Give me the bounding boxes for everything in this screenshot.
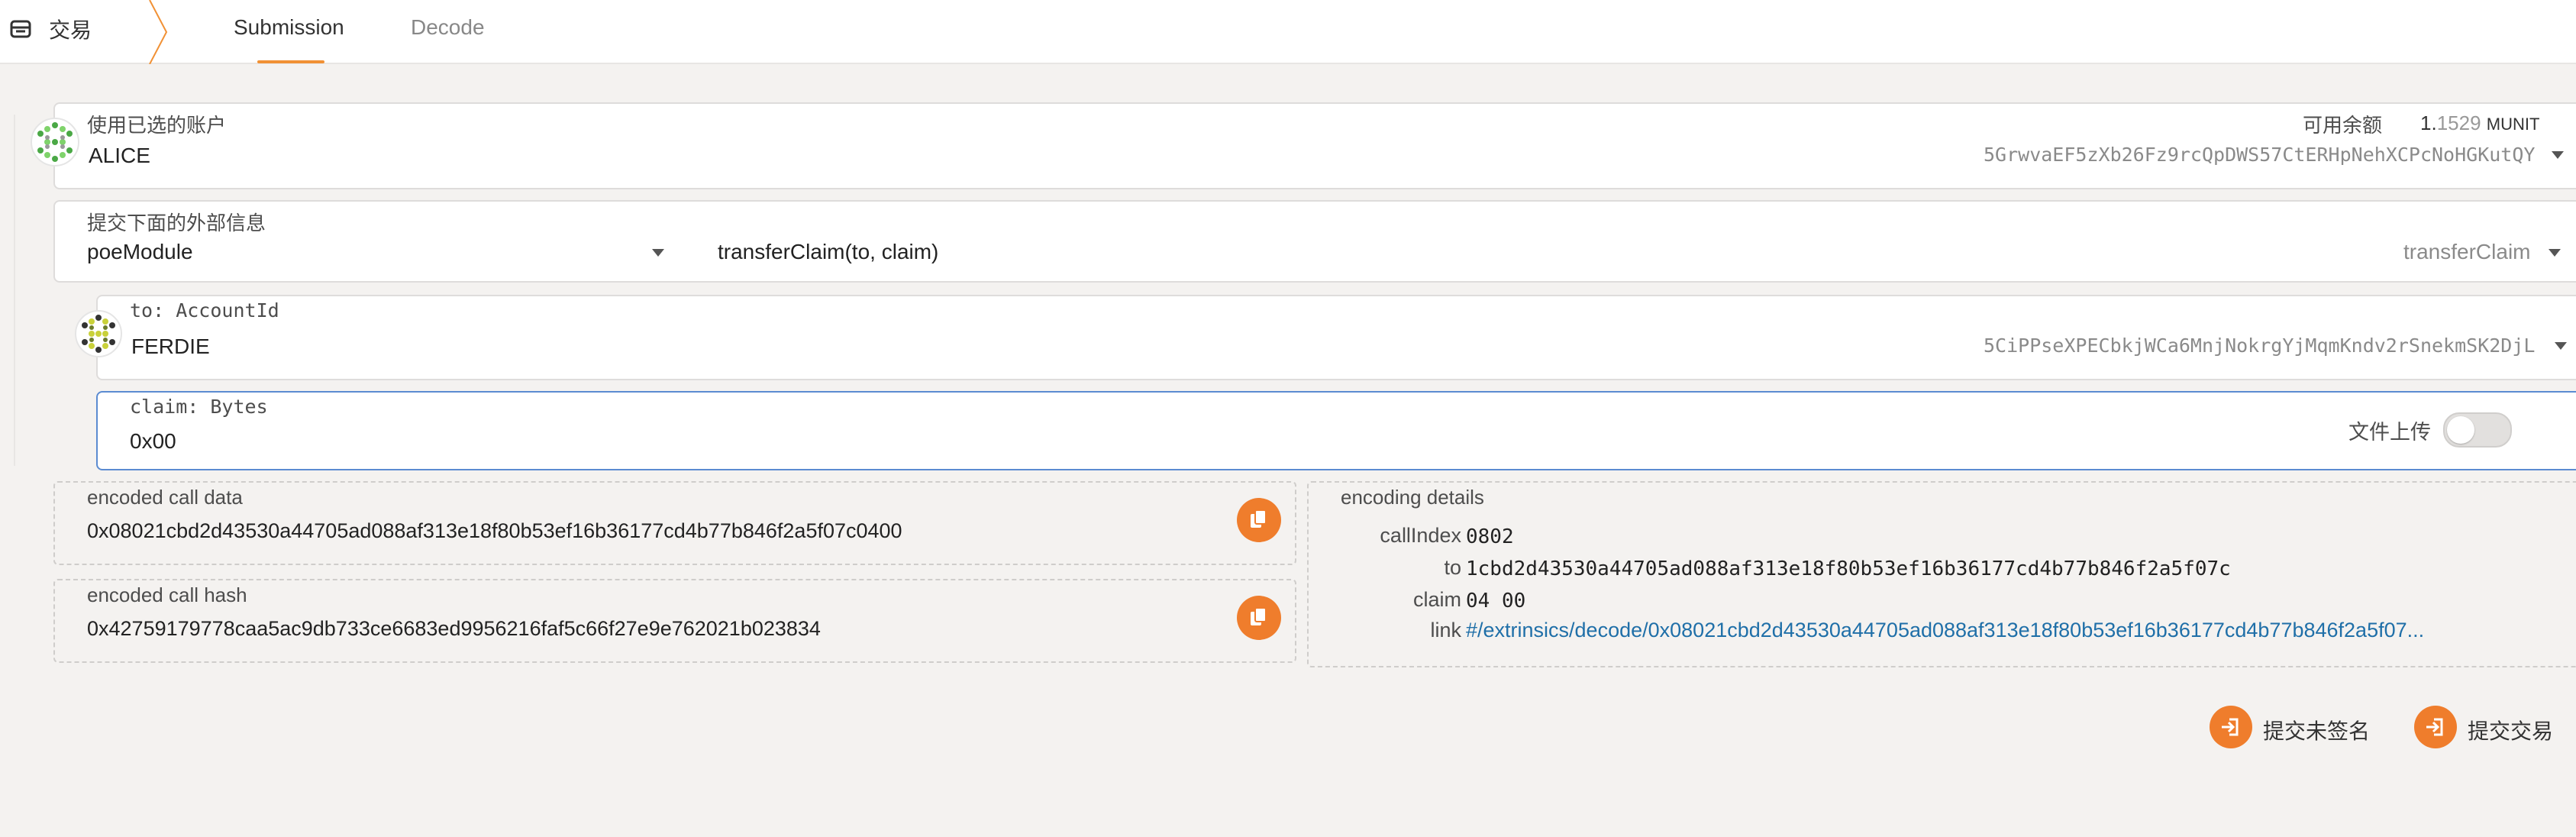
param-claim-input[interactable]: claim: Bytes 0x00 文件上传 xyxy=(96,391,2576,470)
file-upload-toggle[interactable] xyxy=(2443,412,2512,448)
detail-key-to: to xyxy=(1444,556,1461,579)
param-to-label: to: AccountId xyxy=(130,299,279,322)
account-label: 使用已选的账户 xyxy=(87,114,227,137)
copy-icon xyxy=(1251,607,1267,625)
detail-value-to: 1cbd2d43530a44705ad088af313e18f80b53ef16… xyxy=(1466,557,2231,580)
param-to-address: 5CiPPseXPECbkjWCa6MnjNokrgYjMqmKndv2rSne… xyxy=(1984,334,2536,357)
encoding-details-label: encoding details xyxy=(1341,486,1484,509)
extrinsic-selector: 提交下面的外部信息 poeModule transferClaim(to, cl… xyxy=(53,200,2576,283)
tab-submission[interactable]: Submission xyxy=(234,15,344,40)
sign-in-icon xyxy=(2210,706,2252,748)
method-select[interactable]: transferClaim(to, claim) xyxy=(718,240,938,264)
account-selector[interactable]: 使用已选的账户 ALICE 可用余额 1.1529 MUNIT 5GrwvaEF… xyxy=(53,102,2576,189)
balance-value: 1.1529 MUNIT xyxy=(2420,111,2540,134)
copy-call-hash-button[interactable] xyxy=(1237,596,1281,640)
module-select[interactable]: poeModule xyxy=(87,240,193,264)
toggle-knob xyxy=(2447,416,2474,444)
copy-call-data-button[interactable] xyxy=(1237,498,1281,542)
alice-identicon xyxy=(31,118,79,166)
chevron-down-icon[interactable] xyxy=(2555,342,2567,350)
encoding-details-panel: encoding details callIndex 0802 to 1cbd2… xyxy=(1307,481,2576,667)
account-address: 5GrwvaEF5zXb26Fz9rcQpDWS57CtERHpNehXCPcN… xyxy=(1984,144,2536,166)
page-title: 交易 xyxy=(49,18,92,42)
transaction-icon xyxy=(10,20,31,38)
detail-key-claim: claim xyxy=(1412,588,1461,611)
sign-in-icon xyxy=(2414,706,2457,748)
encoded-call-hash-label: encoded call hash xyxy=(87,583,247,606)
method-chevron-down-icon[interactable] xyxy=(2549,249,2561,257)
chevron-down-icon[interactable] xyxy=(2552,151,2564,159)
submit-unsigned-button[interactable]: 提交未签名 xyxy=(2210,706,2385,751)
account-name: ALICE xyxy=(89,144,150,167)
param-claim-value[interactable]: 0x00 xyxy=(130,429,176,454)
tab-decode[interactable]: Decode xyxy=(411,15,485,40)
submit-transaction-button[interactable]: 提交交易 xyxy=(2414,706,2574,751)
breadcrumb-separator xyxy=(149,0,168,64)
encoded-call-data-panel: encoded call data 0x08021cbd2d43530a4470… xyxy=(53,481,1296,565)
left-rail xyxy=(14,115,15,466)
ferdie-identicon xyxy=(75,310,122,357)
balance-label: 可用余额 xyxy=(2303,114,2383,137)
method-name: transferClaim xyxy=(2403,240,2531,263)
module-chevron-down-icon[interactable] xyxy=(652,249,664,257)
detail-key-callindex: callIndex xyxy=(1380,524,1461,547)
encoded-call-hash-value: 0x42759179778caa5ac9db733ce6683ed9956216… xyxy=(87,617,821,640)
copy-icon xyxy=(1251,509,1267,528)
decode-link[interactable]: #/extrinsics/decode/0x08021cbd2d43530a44… xyxy=(1466,619,2424,642)
encoded-call-data-value: 0x08021cbd2d43530a44705ad088af313e18f80b… xyxy=(87,519,902,542)
encoded-call-hash-panel: encoded call hash 0x42759179778caa5ac9db… xyxy=(53,579,1296,663)
encoded-call-data-label: encoded call data xyxy=(87,486,243,509)
detail-value-callindex: 0802 xyxy=(1466,525,1514,548)
detail-value-claim: 04 00 xyxy=(1466,590,1526,612)
param-claim-label: claim: Bytes xyxy=(130,396,268,418)
active-tab-indicator xyxy=(257,60,324,63)
extrinsic-label: 提交下面的外部信息 xyxy=(87,212,266,234)
detail-key-link: link xyxy=(1430,619,1461,641)
submit-unsigned-label: 提交未签名 xyxy=(2263,719,2371,743)
submit-transaction-label: 提交交易 xyxy=(2468,719,2554,743)
file-upload-label: 文件上传 xyxy=(2348,421,2431,444)
top-header: 交易 Submission Decode xyxy=(0,0,2576,64)
param-to-name: FERDIE xyxy=(131,334,210,358)
param-to-selector[interactable]: to: AccountId FERDIE 5CiPPseXPECbkjWCa6M… xyxy=(96,295,2576,380)
